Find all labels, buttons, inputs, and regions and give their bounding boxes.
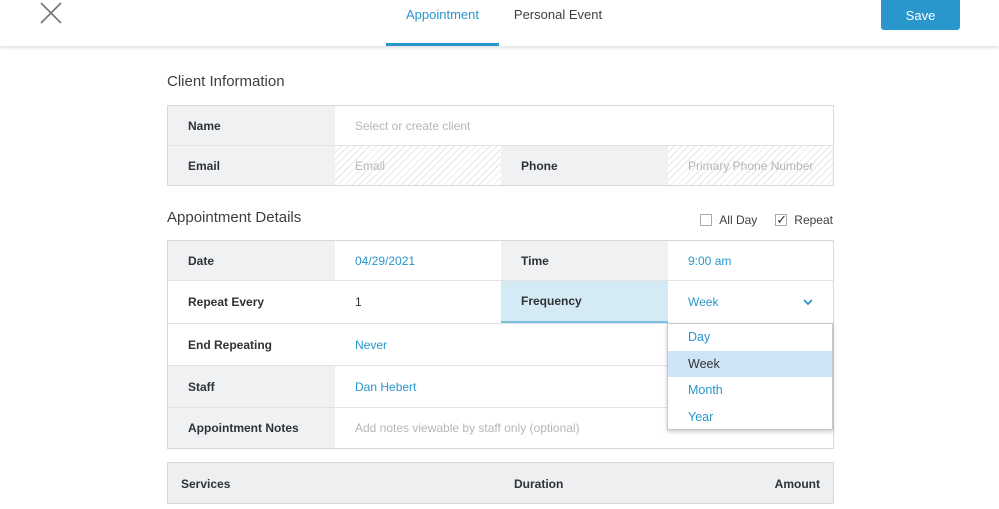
- repeat-every-input[interactable]: 1: [335, 281, 501, 323]
- checkbox-unchecked-icon: [700, 214, 713, 226]
- save-button[interactable]: Save: [881, 0, 960, 30]
- date-label: Date: [168, 241, 335, 280]
- services-header: Services: [181, 477, 231, 491]
- repeat-every-label: Repeat Every: [168, 281, 335, 323]
- client-information-table: Name Select or create client Email Email…: [167, 105, 834, 186]
- time-input[interactable]: 9:00 am: [668, 241, 833, 280]
- repeat-checkbox[interactable]: ✓ Repeat: [775, 213, 833, 227]
- all-day-checkbox[interactable]: All Day: [700, 213, 757, 227]
- frequency-option-month[interactable]: Month: [668, 377, 832, 404]
- top-bar: Appointment Personal Event Save: [0, 0, 999, 46]
- all-day-label: All Day: [719, 213, 758, 227]
- frequency-value: Week: [688, 295, 719, 309]
- duration-header: Duration: [514, 477, 564, 491]
- name-input[interactable]: Select or create client: [335, 106, 833, 145]
- time-label: Time: [501, 241, 668, 280]
- tab-personal-event[interactable]: Personal Event: [507, 0, 609, 46]
- end-repeating-label: End Repeating: [168, 324, 335, 365]
- frequency-option-week[interactable]: Week: [668, 350, 832, 377]
- frequency-label: Frequency: [501, 281, 668, 323]
- frequency-option-day[interactable]: Day: [668, 324, 832, 351]
- chevron-down-icon: [803, 298, 813, 305]
- repeat-label: Repeat: [794, 213, 833, 227]
- phone-label: Phone: [501, 146, 668, 185]
- checkmark-icon: ✓: [775, 212, 788, 227]
- amount-header: Amount: [774, 477, 820, 491]
- email-input[interactable]: Email: [335, 146, 501, 185]
- appointment-notes-label: Appointment Notes: [168, 408, 335, 448]
- phone-input[interactable]: Primary Phone Number: [668, 146, 833, 185]
- frequency-select[interactable]: Week: [668, 281, 833, 323]
- frequency-option-year[interactable]: Year: [668, 404, 832, 431]
- tab-appointment[interactable]: Appointment: [386, 0, 499, 46]
- date-input[interactable]: 04/29/2021: [335, 241, 501, 280]
- appointment-details-title: Appointment Details: [167, 209, 302, 226]
- staff-label: Staff: [168, 366, 335, 407]
- frequency-dropdown: Day Week Month Year: [667, 323, 833, 430]
- services-table-header: Services Duration Amount: [167, 462, 834, 504]
- close-icon[interactable]: [38, 2, 64, 24]
- email-label: Email: [168, 146, 335, 185]
- client-information-title: Client Information: [167, 73, 285, 90]
- name-label: Name: [168, 106, 335, 145]
